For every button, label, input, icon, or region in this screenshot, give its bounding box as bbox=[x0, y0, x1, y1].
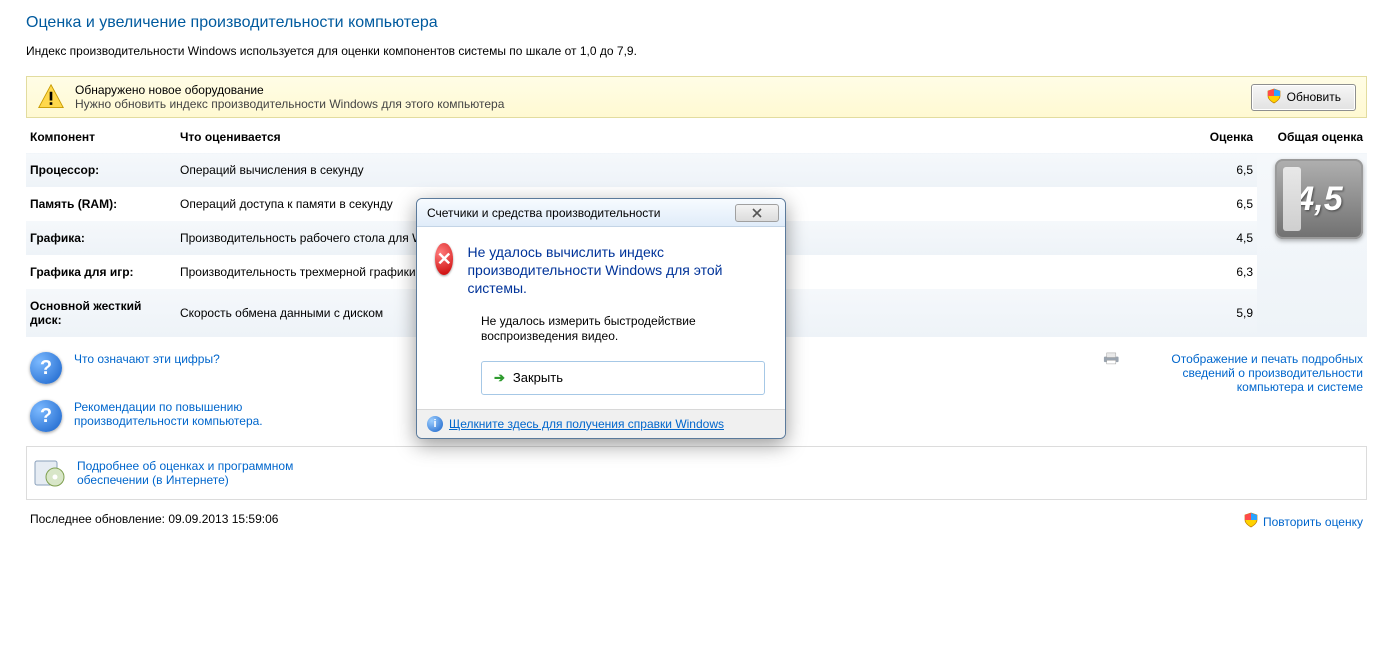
close-icon bbox=[745, 208, 769, 218]
cell-base: 4,5 bbox=[1257, 153, 1367, 338]
cell-component: Память (RAM): bbox=[26, 187, 176, 221]
cell-component: Процессор: bbox=[26, 153, 176, 188]
cell-score: 4,5 bbox=[1187, 221, 1257, 255]
repeat-assessment-label: Повторить оценку bbox=[1263, 515, 1363, 529]
cell-what: Операций вычисления в секунду bbox=[176, 153, 1187, 188]
repeat-assessment-link[interactable]: Повторить оценку bbox=[1243, 512, 1363, 531]
page-title: Оценка и увеличение производительности к… bbox=[26, 14, 1367, 32]
shield-icon bbox=[1243, 512, 1259, 531]
link-what-numbers[interactable]: Что означают эти цифры? bbox=[74, 352, 220, 366]
refresh-button-label: Обновить bbox=[1287, 90, 1341, 104]
link-print-detail[interactable]: Отображение и печать подробных сведений … bbox=[1132, 352, 1364, 394]
header-score: Оценка bbox=[1187, 124, 1257, 153]
info-icon: i bbox=[427, 416, 443, 432]
shield-icon bbox=[1266, 88, 1282, 107]
dialog-close-action-label: Закрыть bbox=[513, 370, 563, 385]
page-subtitle: Индекс производительности Windows исполь… bbox=[26, 44, 706, 58]
cell-score: 6,5 bbox=[1187, 153, 1257, 188]
cell-score: 5,9 bbox=[1187, 289, 1257, 337]
cell-component: Основной жесткий диск: bbox=[26, 289, 176, 337]
header-base: Общая оценка bbox=[1257, 124, 1367, 153]
cell-score: 6,5 bbox=[1187, 187, 1257, 221]
arrow-right-icon: ➔ bbox=[494, 370, 505, 386]
dialog-main-text: Не удалось вычислить индекс производител… bbox=[467, 243, 767, 298]
cell-component: Графика для игр: bbox=[26, 255, 176, 289]
cell-component: Графика: bbox=[26, 221, 176, 255]
dialog-close-action-button[interactable]: ➔ Закрыть bbox=[481, 361, 765, 395]
refresh-button[interactable]: Обновить bbox=[1251, 84, 1356, 111]
dialog-close-button[interactable] bbox=[735, 204, 779, 222]
warning-strip: Обнаружено новое оборудование Нужно обно… bbox=[26, 76, 1367, 118]
last-update-label: Последнее обновление: bbox=[30, 512, 165, 526]
error-icon: ✕ bbox=[435, 243, 453, 275]
help-icon: ? bbox=[30, 352, 62, 384]
link-recommend[interactable]: Рекомендации по повышению производительн… bbox=[74, 400, 294, 428]
last-update-value: 09.09.2013 15:59:06 bbox=[168, 512, 278, 526]
printer-icon bbox=[1103, 352, 1120, 380]
base-score-badge: 4,5 bbox=[1275, 159, 1363, 239]
last-update: Последнее обновление: 09.09.2013 15:59:0… bbox=[30, 512, 278, 531]
warning-line1: Обнаружено новое оборудование bbox=[75, 83, 1241, 97]
warning-icon bbox=[37, 83, 65, 111]
dialog-title: Счетчики и средства производительности bbox=[427, 206, 660, 220]
dialog-help-link[interactable]: Щелкните здесь для получения справки Win… bbox=[449, 417, 724, 431]
cell-score: 6,3 bbox=[1187, 255, 1257, 289]
software-icon bbox=[33, 457, 65, 489]
header-component: Компонент bbox=[26, 124, 176, 153]
link-learn-more[interactable]: Подробнее об оценках и программном обесп… bbox=[77, 459, 347, 487]
header-what: Что оценивается bbox=[176, 124, 1187, 153]
table-row: Процессор: Операций вычисления в секунду… bbox=[26, 153, 1367, 188]
learn-more-box: Подробнее об оценках и программном обесп… bbox=[26, 446, 1367, 500]
error-dialog: Счетчики и средства производительности ✕… bbox=[416, 198, 786, 439]
help-icon: ? bbox=[30, 400, 62, 432]
dialog-sub-text: Не удалось измерить быстродействие воспр… bbox=[481, 314, 767, 345]
warning-line2: Нужно обновить индекс производительности… bbox=[75, 97, 1241, 111]
